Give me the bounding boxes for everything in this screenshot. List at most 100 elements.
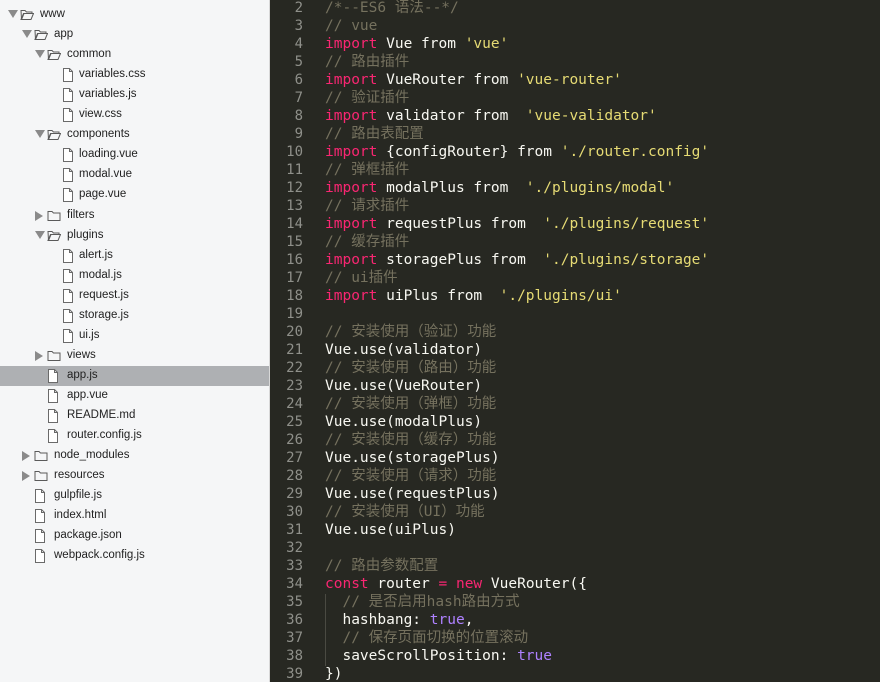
code-token: router xyxy=(368,576,439,592)
tree-item-label: app xyxy=(54,28,74,41)
code-text: // 缓存插件 xyxy=(325,233,409,251)
code-text: import Vue from 'vue' xyxy=(325,35,508,53)
tree-file-gulpfile.js[interactable]: gulpfile.js xyxy=(0,486,269,506)
code-text: // 安装使用（请求）功能 xyxy=(325,467,496,485)
tree-folder-views[interactable]: views xyxy=(0,346,269,366)
code-text: import {configRouter} from './router.con… xyxy=(325,143,709,161)
code-token: requestPlus from xyxy=(377,216,544,232)
line-number: 34 xyxy=(286,576,303,592)
code-text: import storagePlus from './plugins/stora… xyxy=(325,251,709,269)
tree-file-view.css[interactable]: view.css xyxy=(0,105,269,125)
code-text: Vue.use(uiPlus) xyxy=(325,521,456,539)
tree-file-modal.vue[interactable]: modal.vue xyxy=(0,165,269,185)
code-token: Vue.use(storagePlus) xyxy=(325,450,500,466)
code-text: // 路由插件 xyxy=(325,53,409,71)
file-icon xyxy=(62,288,76,303)
code-token: // 路由参数配置 xyxy=(325,558,439,574)
tree-file-variables.css[interactable]: variables.css xyxy=(0,65,269,85)
line-number: 5 xyxy=(294,54,303,70)
disclosure-closed-icon[interactable] xyxy=(35,210,43,221)
tree-file-loading.vue[interactable]: loading.vue xyxy=(0,145,269,165)
tree-item-label: router.config.js xyxy=(67,429,142,442)
code-text: // 安装使用（缓存）功能 xyxy=(325,431,496,449)
tree-file-index.html[interactable]: index.html xyxy=(0,506,269,526)
tree-file-modal.js[interactable]: modal.js xyxy=(0,266,269,286)
file-tree-sidebar: www app common variables.css variables.js vie… xyxy=(0,0,270,682)
tree-file-README.md[interactable]: README.md xyxy=(0,406,269,426)
tree-item-label: node_modules xyxy=(54,449,130,462)
code-line: 37 // 保存页面切换的位置滚动 xyxy=(270,629,880,647)
code-token: import xyxy=(325,144,378,160)
disclosure-open-icon[interactable] xyxy=(8,10,18,18)
tree-item-label: app.vue xyxy=(67,388,108,401)
code-token: // 路由插件 xyxy=(325,54,410,70)
tree-folder-app[interactable]: app xyxy=(0,25,269,45)
tree-folder-resources[interactable]: resources xyxy=(0,466,269,486)
code-token: VueRouter({ xyxy=(482,576,587,592)
tree-file-variables.js[interactable]: variables.js xyxy=(0,85,269,105)
code-text: saveScrollPosition: true xyxy=(325,647,552,665)
tree-item-label: views xyxy=(67,348,96,361)
tree-file-ui.js[interactable]: ui.js xyxy=(0,326,269,346)
line-number: 9 xyxy=(294,126,303,142)
tree-folder-www[interactable]: www xyxy=(0,5,269,25)
folder-icon xyxy=(47,128,62,141)
line-number: 3 xyxy=(294,18,303,34)
code-editor[interactable]: 2 /*--ES6 语法--*/ 3 // vue 4 import Vue from '… xyxy=(270,0,880,682)
code-line: 15 // 缓存插件 xyxy=(270,233,880,251)
tree-folder-plugins[interactable]: plugins xyxy=(0,226,269,246)
tree-file-storage.js[interactable]: storage.js xyxy=(0,306,269,326)
folder-icon xyxy=(47,209,61,222)
code-text: Vue.use(modalPlus) xyxy=(325,413,482,431)
tree-file-page.vue[interactable]: page.vue xyxy=(0,185,269,205)
code-line: 3 // vue xyxy=(270,17,880,35)
folder-icon xyxy=(34,449,48,462)
line-number: 22 xyxy=(286,360,303,376)
code-text: Vue.use(storagePlus) xyxy=(325,449,500,467)
code-text: Vue.use(validator) xyxy=(325,341,482,359)
tree-file-request.js[interactable]: request.js xyxy=(0,286,269,306)
tree-folder-filters[interactable]: filters xyxy=(0,206,269,226)
line-number: 7 xyxy=(294,90,303,106)
code-text: const router = new VueRouter({ xyxy=(325,575,587,593)
line-number: 4 xyxy=(294,36,303,52)
tree-folder-node_modules[interactable]: node_modules xyxy=(0,446,269,466)
code-token: // 请求插件 xyxy=(325,198,410,214)
code-token: // 弹框插件 xyxy=(325,162,410,178)
disclosure-open-icon[interactable] xyxy=(35,130,45,139)
code-token: import xyxy=(325,252,378,268)
disclosure-closed-icon[interactable] xyxy=(35,350,43,361)
code-line: 23 Vue.use(VueRouter) xyxy=(270,377,880,395)
tree-file-app.vue[interactable]: app.vue xyxy=(0,386,269,406)
tree-file-alert.js[interactable]: alert.js xyxy=(0,246,269,266)
line-number: 18 xyxy=(286,288,303,304)
code-token: './plugins/ui' xyxy=(499,288,622,304)
file-icon xyxy=(62,168,76,183)
tree-folder-common[interactable]: common xyxy=(0,45,269,65)
disclosure-open-icon[interactable] xyxy=(35,230,45,239)
tree-item-label: app.js xyxy=(67,368,98,381)
code-text: // 安装使用（弹框）功能 xyxy=(325,395,496,413)
code-text: /*--ES6 语法--*/ xyxy=(325,0,459,17)
code-line: 13 // 请求插件 xyxy=(270,197,880,215)
tree-file-package.json[interactable]: package.json xyxy=(0,526,269,546)
disclosure-open-icon[interactable] xyxy=(35,50,45,59)
code-line: 12 import modalPlus from './plugins/modal… xyxy=(270,179,880,197)
disclosure-closed-icon[interactable] xyxy=(22,471,30,482)
tree-file-app.js[interactable]: app.js xyxy=(0,365,269,386)
code-text: import VueRouter from 'vue-router' xyxy=(325,71,622,89)
tree-file-router.config.js[interactable]: router.config.js xyxy=(0,426,269,446)
line-number: 6 xyxy=(294,72,303,88)
code-token: true xyxy=(429,612,465,628)
code-token: // 路由表配置 xyxy=(325,126,424,142)
tree-folder-components[interactable]: components xyxy=(0,125,269,145)
line-number: 8 xyxy=(294,108,303,124)
tree-file-webpack.config.js[interactable]: webpack.config.js xyxy=(0,546,269,566)
code-line: 18 import uiPlus from './plugins/ui' xyxy=(270,287,880,305)
disclosure-closed-icon[interactable] xyxy=(22,451,30,462)
code-token: import xyxy=(325,36,378,52)
code-line: 32 xyxy=(270,539,880,557)
disclosure-open-icon[interactable] xyxy=(22,30,32,39)
folder-icon xyxy=(34,469,48,482)
line-number: 10 xyxy=(286,144,303,160)
